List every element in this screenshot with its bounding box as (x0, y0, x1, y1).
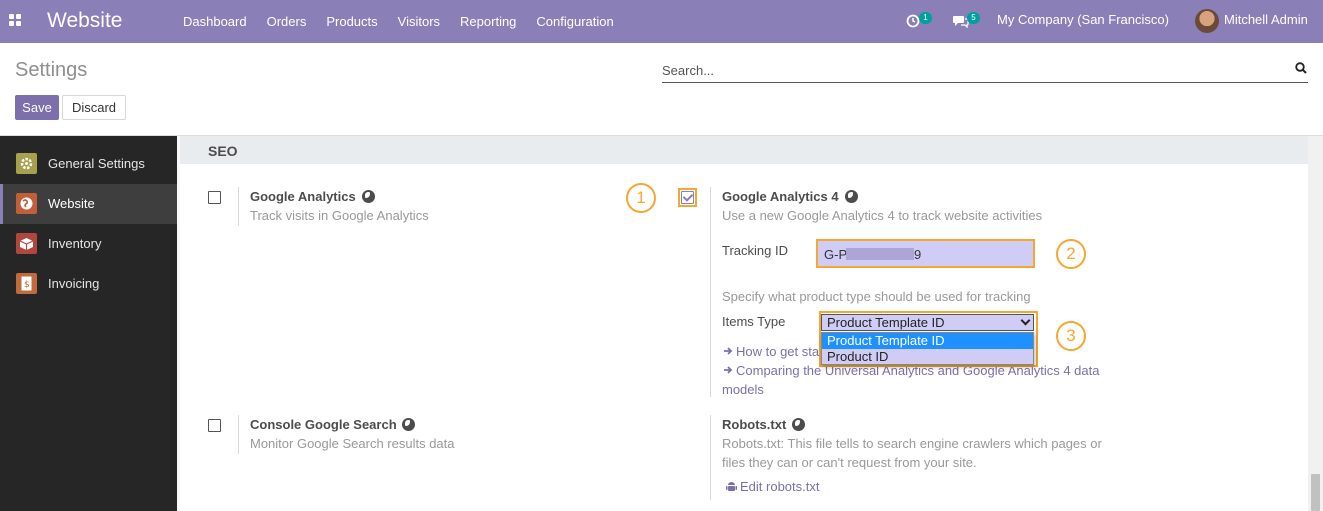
tracking-id-suffix: 9 (914, 247, 922, 262)
gear-icon (16, 153, 37, 174)
items-type-dropdown: Product Template ID Product ID (821, 332, 1034, 365)
section-title: SEO (208, 143, 238, 159)
google-analytics-checkbox[interactable] (208, 191, 221, 204)
box-icon (16, 233, 37, 254)
menu-dashboard[interactable]: Dashboard (183, 14, 247, 29)
android-icon (726, 482, 737, 491)
globe-icon (845, 190, 858, 203)
arrow-right-icon (724, 347, 733, 355)
tracking-id-label: Tracking ID (722, 243, 788, 258)
company-switcher[interactable]: My Company (San Francisco) (997, 12, 1169, 27)
items-type-selected: Product Template ID (827, 315, 945, 330)
user-menu[interactable]: Mitchell Admin (1224, 12, 1308, 27)
settings-sidebar: General Settings Website Inventory $ Inv… (0, 136, 177, 511)
tracking-id-prefix: G-P (824, 247, 848, 262)
divider (710, 187, 711, 397)
google-analytics-4-label: Google Analytics 4 (722, 189, 839, 204)
product-type-hint: Specify what product type should be used… (722, 289, 1031, 304)
robots-desc-cont: files they can or can't request from you… (722, 455, 977, 470)
globe-icon (792, 418, 805, 431)
menu-configuration[interactable]: Configuration (536, 14, 613, 29)
top-navbar: Website Dashboard Orders Products Visito… (0, 0, 1323, 43)
google-analytics-desc: Track visits in Google Analytics (250, 208, 429, 223)
menu-visitors[interactable]: Visitors (398, 14, 440, 29)
google-analytics-4-desc: Use a new Google Analytics 4 to track we… (722, 208, 1043, 223)
sidebar-item-label: Website (48, 196, 95, 211)
globe-icon (16, 193, 37, 214)
save-button[interactable]: Save (15, 95, 59, 120)
robots-desc: Robots.txt: This file tells to search en… (722, 436, 1102, 451)
section-header: SEO (180, 136, 1308, 164)
items-type-option[interactable]: Product ID (822, 349, 1033, 365)
invoice-icon: $ (16, 273, 37, 294)
arrow-right-icon (724, 366, 733, 374)
redacted-tracking-id (846, 248, 914, 260)
app-name[interactable]: Website (47, 9, 122, 33)
settings-content: SEO Google Analytics Track visits in Goo… (177, 136, 1323, 511)
robots-label: Robots.txt (722, 417, 787, 432)
main-menu: Dashboard Orders Products Visitors Repor… (183, 14, 634, 29)
sidebar-item-label: General Settings (48, 156, 145, 171)
sidebar-item-label: Inventory (48, 236, 102, 251)
sidebar-item-invoicing[interactable]: $ Invoicing (0, 264, 177, 304)
discard-button[interactable]: Discard (62, 95, 126, 120)
divider (238, 415, 239, 454)
search-input[interactable] (662, 59, 1262, 81)
menu-reporting[interactable]: Reporting (460, 14, 516, 29)
callout-1: 1 (626, 183, 656, 213)
comparing-analytics-link-cont[interactable]: models (722, 382, 764, 397)
chevron-down-icon (1020, 315, 1031, 326)
console-google-search-checkbox[interactable] (208, 419, 221, 432)
sidebar-item-website[interactable]: Website (0, 184, 177, 224)
scrollbar-thumb[interactable] (1311, 474, 1320, 511)
messages-count-badge: 5 (967, 12, 980, 24)
sidebar-item-inventory[interactable]: Inventory (0, 224, 177, 264)
google-analytics-label: Google Analytics (250, 189, 356, 204)
control-panel: Settings Save Discard (0, 43, 1323, 136)
user-avatar[interactable] (1195, 9, 1219, 33)
sidebar-item-label: Invoicing (48, 276, 100, 291)
google-analytics-4-checkbox[interactable] (681, 191, 694, 204)
divider (710, 415, 711, 500)
apps-menu-icon[interactable] (9, 14, 21, 26)
edit-robots-link[interactable]: Edit robots.txt (740, 479, 819, 494)
callout-3: 3 (1056, 321, 1086, 351)
how-to-link[interactable]: How to get sta (736, 344, 819, 359)
activity-clock-icon[interactable] (906, 14, 920, 28)
divider (238, 187, 239, 226)
activity-count-badge: 1 (919, 12, 932, 24)
menu-orders[interactable]: Orders (267, 14, 307, 29)
callout-2: 2 (1056, 239, 1086, 269)
search-icon[interactable] (1295, 62, 1307, 74)
search-bar (662, 59, 1308, 83)
items-type-select[interactable]: Product Template ID (821, 314, 1034, 331)
sidebar-item-general-settings[interactable]: General Settings (0, 144, 177, 184)
items-type-label: Items Type (722, 314, 786, 329)
page-title: Settings (15, 59, 88, 81)
content-scrollbar[interactable] (1308, 136, 1323, 511)
console-google-search-label: Console Google Search (250, 417, 397, 432)
console-google-search-desc: Monitor Google Search results data (250, 436, 455, 451)
svg-text:$: $ (24, 280, 30, 290)
menu-products[interactable]: Products (326, 14, 377, 29)
globe-icon (362, 190, 375, 203)
globe-icon (402, 418, 415, 431)
settings-sheet: SEO Google Analytics Track visits in Goo… (180, 136, 1308, 511)
items-type-option[interactable]: Product Template ID (822, 333, 1033, 349)
